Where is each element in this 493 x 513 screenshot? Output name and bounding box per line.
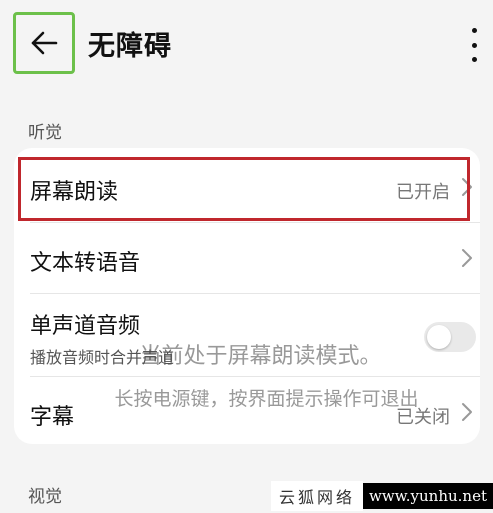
row-subtitle: 播放音频时合并声道 xyxy=(30,348,175,367)
section-label-vision: 视觉 xyxy=(28,487,62,507)
toggle-knob xyxy=(427,325,451,349)
arrow-left-icon xyxy=(31,31,58,55)
page-title: 无障碍 xyxy=(88,31,172,62)
row-captions[interactable]: 字幕 已关闭 xyxy=(14,377,480,444)
row-label: 字幕 xyxy=(30,405,75,430)
back-button[interactable] xyxy=(13,12,75,74)
row-mono-audio[interactable]: 单声道音频 播放音频时合并声道 xyxy=(14,294,480,376)
watermark-left: 云狐网络 xyxy=(271,480,364,511)
row-text-to-speech[interactable]: 文本转语音 xyxy=(14,223,480,293)
watermark: 云狐网络 www.yunhu.net xyxy=(271,480,493,511)
row-label: 文本转语音 xyxy=(30,251,141,276)
chevron-right-icon xyxy=(460,248,474,268)
section-label-hearing: 听觉 xyxy=(28,123,62,143)
watermark-right: www.yunhu.net xyxy=(363,482,493,509)
accessibility-settings-screen: 无障碍 听觉 屏幕朗读 已开启 文本转语音 单声道音频 播放音频时合并声道 字幕… xyxy=(0,0,493,513)
app-bar: 无障碍 xyxy=(0,0,493,96)
row-value: 已关闭 xyxy=(396,407,450,428)
highlight-box xyxy=(18,157,470,221)
row-label: 单声道音频 xyxy=(30,314,141,339)
more-options-button[interactable] xyxy=(467,28,481,62)
mono-audio-toggle[interactable] xyxy=(424,322,476,352)
chevron-right-icon xyxy=(460,402,474,422)
more-vertical-icon xyxy=(471,28,477,33)
